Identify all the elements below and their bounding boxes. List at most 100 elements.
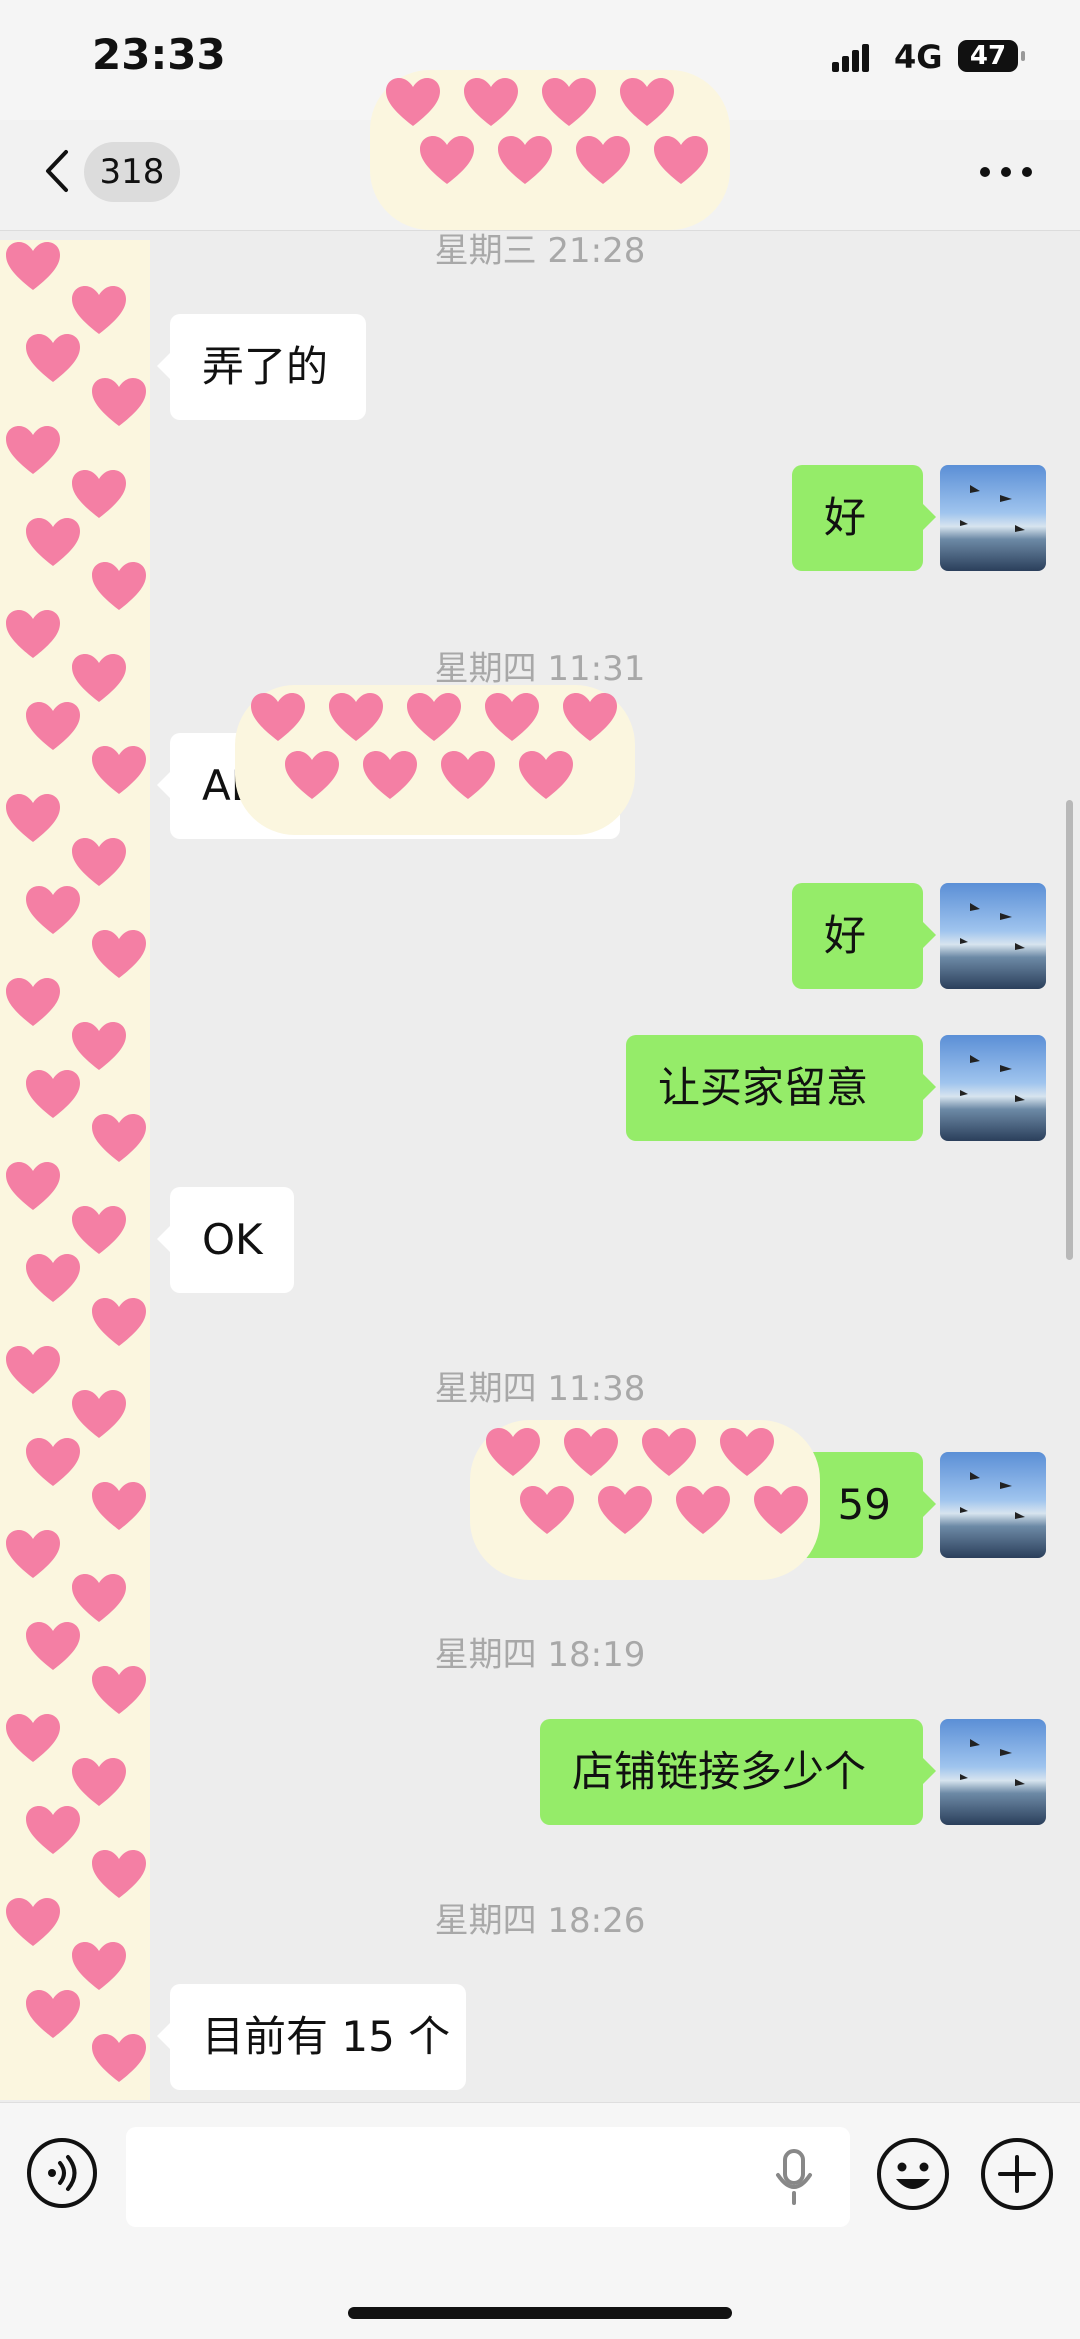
heart-icon (72, 1206, 126, 1254)
heart-icon (576, 136, 630, 184)
heart-icon (26, 1806, 80, 1854)
heart-icon (407, 693, 461, 741)
heart-icon (6, 426, 60, 474)
status-time: 23:33 (92, 30, 226, 79)
heart-icon (72, 286, 126, 334)
heart-icon (542, 78, 596, 126)
heart-icon (6, 242, 60, 290)
emoji-icon[interactable] (876, 2137, 950, 2211)
heart-icon (620, 78, 674, 126)
scrollbar[interactable] (1066, 800, 1073, 1260)
heart-icon (92, 562, 146, 610)
message-bubble[interactable]: OK (157, 1187, 294, 1293)
heart-icon (6, 978, 60, 1026)
heart-icon (598, 1486, 652, 1534)
heart-icon (92, 1114, 146, 1162)
message-row: 店铺链接多少个 (0, 1719, 1080, 1825)
message-row: 好 (0, 883, 1080, 989)
heart-icon (26, 702, 80, 750)
heart-icon (26, 1254, 80, 1302)
voice-icon[interactable] (26, 2137, 98, 2209)
heart-icon (92, 1482, 146, 1530)
heart-icon (498, 136, 552, 184)
privacy-sticker-overlay (0, 240, 150, 2100)
home-indicator (348, 2307, 732, 2319)
heart-icon (26, 334, 80, 382)
heart-icon (92, 930, 146, 978)
heart-icon (464, 78, 518, 126)
timestamp: 星期四 11:38 (434, 1369, 646, 1409)
heart-icon (26, 1438, 80, 1486)
heart-icon (72, 470, 126, 518)
timestamp: 星期三 21:28 (434, 231, 646, 271)
heart-icon (6, 1530, 60, 1578)
message-row: 好 (0, 465, 1080, 571)
signal-icon (832, 42, 880, 72)
input-bar (0, 2102, 1080, 2339)
message-input[interactable] (126, 2127, 850, 2227)
heart-icon (485, 693, 539, 741)
heart-icon (26, 1990, 80, 2038)
timestamp: 星期四 11:31 (434, 649, 646, 689)
message-bubble[interactable]: 让买家留意 (626, 1035, 936, 1141)
heart-icon (285, 751, 339, 799)
heart-icon (6, 794, 60, 842)
network-type: 4G (894, 38, 943, 76)
heart-icon (72, 1390, 126, 1438)
message-bubble[interactable]: 弄了的 (157, 314, 366, 420)
heart-icon (720, 1428, 774, 1476)
message-row: 让买家留意 (0, 1035, 1080, 1141)
heart-icon (486, 1428, 540, 1476)
heart-icon (6, 1898, 60, 1946)
heart-icon (363, 751, 417, 799)
heart-icon (92, 746, 146, 794)
heart-icon (251, 693, 305, 741)
heart-icon (92, 1298, 146, 1346)
self-avatar[interactable] (940, 465, 1046, 571)
message-list[interactable]: 星期三 21:28 弄了的 好 星期四 11:31 ABC 好 让买家留意 OK… (0, 231, 1080, 2101)
heart-icon (92, 1850, 146, 1898)
chevron-left-icon[interactable] (34, 146, 84, 196)
heart-icon (676, 1486, 730, 1534)
timestamp: 星期四 18:26 (434, 1901, 646, 1941)
heart-icon (6, 1162, 60, 1210)
mic-icon[interactable] (774, 2147, 814, 2207)
heart-icon (441, 751, 495, 799)
heart-icon (520, 1486, 574, 1534)
heart-icon (26, 886, 80, 934)
heart-icon (6, 1714, 60, 1762)
unread-count-badge[interactable]: 318 (84, 142, 180, 202)
message-bubble[interactable]: 目前有 15 个 (157, 1984, 466, 2090)
privacy-sticker-overlay (370, 70, 730, 230)
heart-icon (26, 518, 80, 566)
more-icon[interactable] (978, 165, 1034, 179)
privacy-sticker-overlay (470, 1420, 820, 1580)
heart-icon (26, 1070, 80, 1118)
self-avatar[interactable] (940, 883, 1046, 989)
message-bubble[interactable]: 好 (792, 883, 936, 989)
heart-icon (654, 136, 708, 184)
heart-icon (754, 1486, 808, 1534)
heart-icon (386, 78, 440, 126)
self-avatar[interactable] (940, 1452, 1046, 1558)
heart-icon (519, 751, 573, 799)
message-bubble[interactable]: 店铺链接多少个 (540, 1719, 936, 1825)
heart-icon (420, 136, 474, 184)
timestamp: 星期四 18:19 (434, 1635, 646, 1675)
heart-icon (72, 838, 126, 886)
plus-icon[interactable] (980, 2137, 1054, 2211)
battery-icon: 47 (958, 40, 1025, 72)
self-avatar[interactable] (940, 1035, 1046, 1141)
heart-icon (72, 1758, 126, 1806)
heart-icon (72, 654, 126, 702)
message-bubble[interactable]: 好 (792, 465, 936, 571)
heart-icon (642, 1428, 696, 1476)
self-avatar[interactable] (940, 1719, 1046, 1825)
heart-icon (6, 610, 60, 658)
heart-icon (564, 1428, 618, 1476)
heart-icon (72, 1942, 126, 1990)
privacy-sticker-overlay (235, 685, 635, 835)
heart-icon (92, 2034, 146, 2082)
heart-icon (72, 1022, 126, 1070)
heart-icon (329, 693, 383, 741)
